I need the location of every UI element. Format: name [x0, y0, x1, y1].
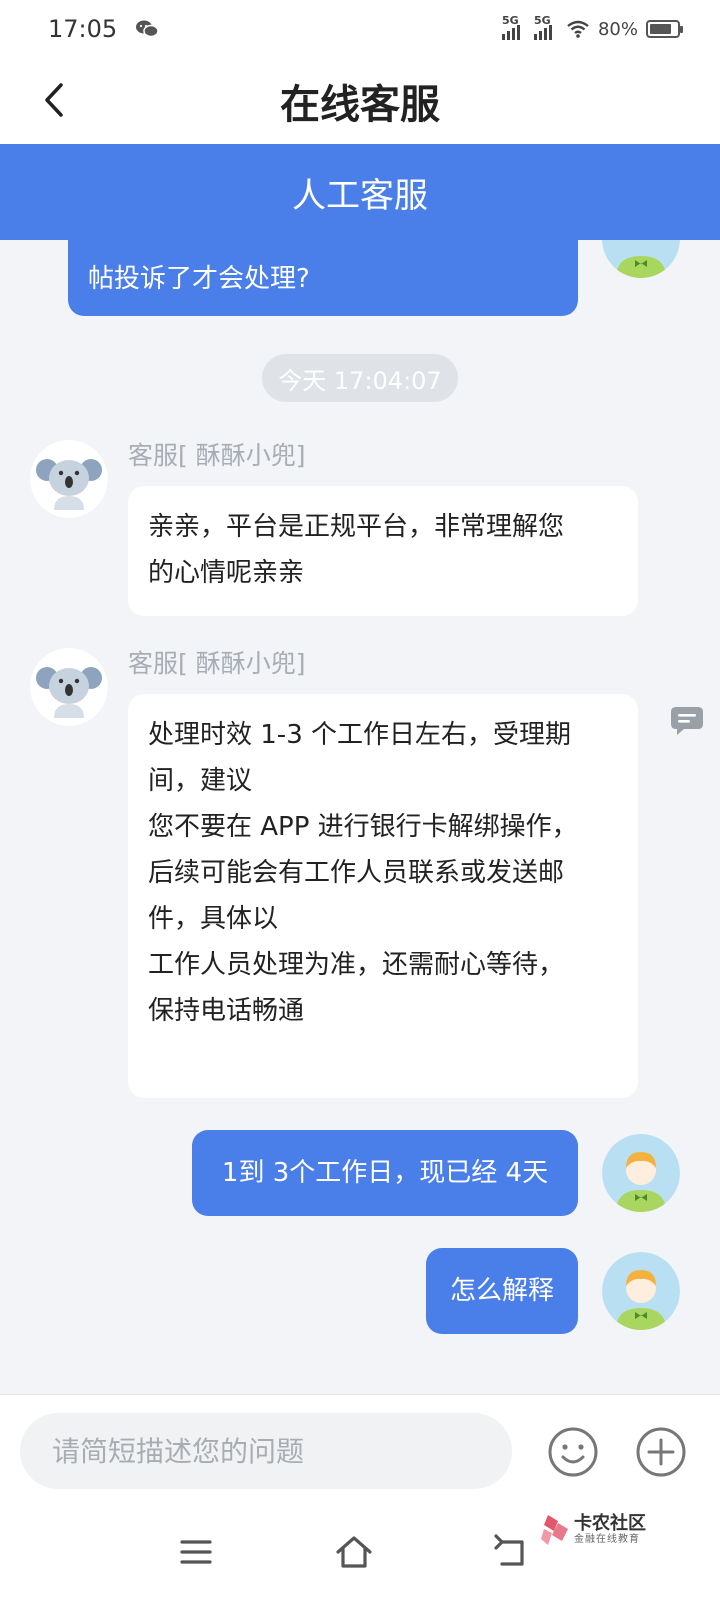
message-text: 怎么解释	[449, 1276, 554, 1306]
agent-avatar	[30, 440, 108, 518]
message-line: 亲亲，平台是正规平台，非常理解您	[148, 512, 565, 542]
message-line: 工作人员处理为准，还需耐心等待，	[148, 950, 565, 980]
status-bar: 17:05 5G 5G 80%	[0, 0, 720, 58]
message-text: 帖投诉了才会处理?	[88, 264, 310, 294]
battery-percent: 80%	[597, 18, 638, 40]
agent-avatar	[30, 648, 108, 726]
battery-icon	[646, 20, 683, 38]
logo-icon	[541, 1515, 568, 1545]
menu-icon[interactable]	[176, 1532, 216, 1572]
message-line: 后续可能会有工作人员联系或发送邮	[148, 858, 565, 888]
user-message: 1到 3个工作日，现已经 4天	[192, 1130, 578, 1216]
chat-bubble-icon[interactable]	[668, 704, 706, 738]
message-text: 1到 3个工作日，现已经 4天	[221, 1158, 549, 1188]
user-message-partial: 帖投诉了才会处理?	[68, 240, 578, 316]
wechat-icon	[136, 20, 159, 38]
user-message: 怎么解释	[426, 1248, 578, 1334]
agent-name: 客服[ 酥酥小兜]	[128, 441, 306, 470]
agent-name: 客服[ 酥酥小兜]	[128, 649, 306, 678]
user-avatar	[602, 1252, 680, 1330]
home-icon[interactable]	[334, 1532, 374, 1572]
message-input[interactable]	[20, 1413, 512, 1489]
agent-message: 亲亲，平台是正规平台，非常理解您 的心情呢亲亲	[128, 486, 638, 616]
chevron-left-icon	[45, 83, 63, 117]
plus-circle-icon[interactable]	[634, 1425, 688, 1479]
back-arrow-icon[interactable]	[492, 1532, 532, 1572]
user-avatar	[602, 240, 680, 278]
message-line: 保持电话畅通	[148, 996, 305, 1026]
watermark: 卡农社区 金融在线教育	[540, 1506, 680, 1554]
message-line: 间，建议	[148, 766, 253, 796]
service-banner: 人工客服	[0, 144, 720, 240]
back-button[interactable]	[34, 78, 74, 122]
input-bar	[0, 1394, 720, 1504]
page-title: 在线客服	[280, 82, 440, 128]
signal-5g-icon: 5G	[501, 14, 520, 40]
chat-area[interactable]: 帖投诉了才会处理? 今天 17:04:07 客服[ 酥酥小兜] 亲亲，平台是正规…	[0, 240, 720, 1394]
message-line: 处理时效 1-3 个工作日左右，受理期	[148, 720, 571, 750]
smiley-icon[interactable]	[546, 1425, 600, 1479]
message-line: 的心情呢亲亲	[148, 558, 305, 588]
title-bar: 在线客服	[0, 58, 720, 144]
watermark-title: 卡农社区	[574, 1513, 646, 1534]
agent-message: 处理时效 1-3 个工作日左右，受理期 间，建议 您不要在 APP 进行银行卡解…	[128, 694, 638, 1098]
watermark-subtitle: 金融在线教育	[574, 1534, 640, 1545]
user-avatar	[602, 1134, 680, 1212]
message-line: 件，具体以	[148, 904, 279, 934]
message-line: 您不要在 APP 进行银行卡解绑操作，	[148, 812, 578, 842]
status-time: 17:05	[48, 15, 118, 43]
timestamp-pill: 今天 17:04:07	[262, 354, 458, 402]
wifi-icon	[567, 20, 589, 38]
signal-5g-icon-2: 5G	[533, 14, 552, 40]
